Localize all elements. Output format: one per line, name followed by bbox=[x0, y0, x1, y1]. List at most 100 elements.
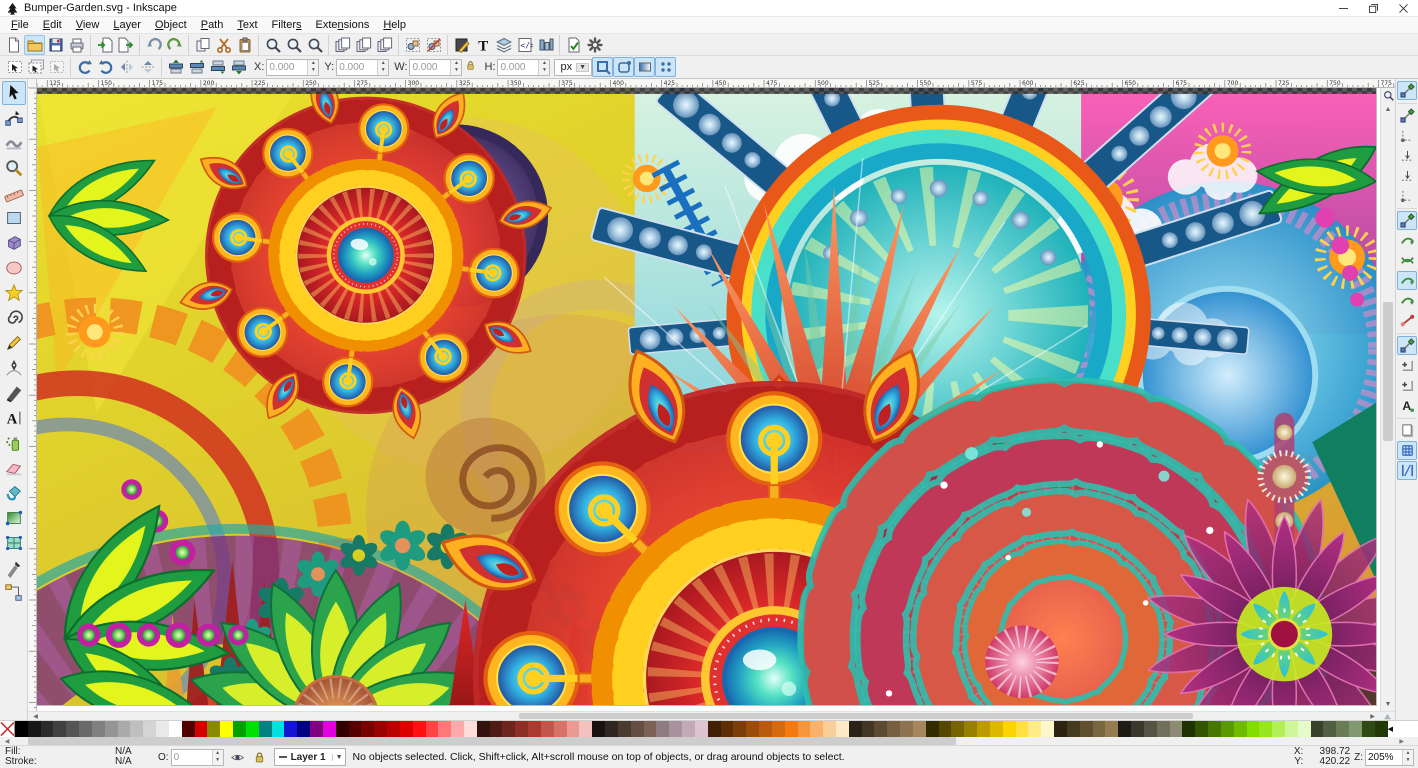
palette-swatch[interactable] bbox=[156, 721, 169, 737]
flip-vertical-button[interactable] bbox=[137, 57, 158, 77]
scale-stroke-width-toggle[interactable] bbox=[592, 57, 613, 77]
sticky-zoom-button[interactable] bbox=[1381, 88, 1395, 102]
rotate-cw-button[interactable] bbox=[95, 57, 116, 77]
palette-swatch[interactable] bbox=[1182, 721, 1195, 737]
tool-ellipse[interactable] bbox=[2, 256, 26, 280]
scale-rect-corners-toggle[interactable] bbox=[613, 57, 634, 77]
color-managed-view-button[interactable] bbox=[1380, 712, 1395, 720]
palette-swatch[interactable] bbox=[1195, 721, 1208, 737]
palette-swatch[interactable] bbox=[849, 721, 862, 737]
y-input[interactable] bbox=[337, 60, 377, 75]
palette-swatch[interactable] bbox=[823, 721, 836, 737]
tool-bezier-pen[interactable] bbox=[2, 356, 26, 380]
snap-bbox-edges-button[interactable] bbox=[1397, 126, 1417, 145]
scroll-up-button[interactable]: ▲ bbox=[1381, 102, 1395, 116]
palette-swatch[interactable] bbox=[28, 721, 41, 737]
palette-swatch[interactable] bbox=[733, 721, 746, 737]
menu-edit[interactable]: Edit bbox=[36, 18, 69, 32]
horizontal-scrollbar[interactable]: ◀ ▶ bbox=[28, 711, 1395, 720]
palette-swatch[interactable] bbox=[1003, 721, 1016, 737]
palette-swatch[interactable] bbox=[887, 721, 900, 737]
menu-layer[interactable]: Layer bbox=[106, 18, 148, 32]
snap-text-baseline-button[interactable] bbox=[1397, 396, 1417, 415]
tool-star[interactable] bbox=[2, 281, 26, 305]
palette-swatch[interactable] bbox=[592, 721, 605, 737]
palette-swatch[interactable] bbox=[1298, 721, 1311, 737]
minimize-button[interactable] bbox=[1328, 0, 1358, 17]
menu-text[interactable]: Text bbox=[230, 18, 264, 32]
tool-paint-bucket[interactable] bbox=[2, 481, 26, 505]
clone-button[interactable] bbox=[353, 35, 374, 55]
palette-swatch[interactable] bbox=[926, 721, 939, 737]
palette-swatch[interactable] bbox=[772, 721, 785, 737]
vertical-scroll-thumb[interactable] bbox=[1383, 302, 1393, 441]
snap-bbox-corners-button[interactable] bbox=[1397, 146, 1417, 165]
menu-filters[interactable]: Filters bbox=[265, 18, 309, 32]
palette-swatch[interactable] bbox=[721, 721, 734, 737]
palette-swatch[interactable] bbox=[387, 721, 400, 737]
palette-swatch[interactable] bbox=[246, 721, 259, 737]
tool-connector[interactable] bbox=[2, 581, 26, 605]
tool-gradient[interactable] bbox=[2, 506, 26, 530]
menu-file[interactable]: File bbox=[4, 18, 36, 32]
snap-bbox-centers-button[interactable] bbox=[1397, 186, 1417, 205]
layers-dialog-button[interactable] bbox=[493, 35, 514, 55]
scroll-left-button[interactable]: ◀ bbox=[28, 712, 43, 720]
palette-swatch[interactable] bbox=[1067, 721, 1080, 737]
snap-smooth-nodes-button[interactable] bbox=[1397, 291, 1417, 310]
menu-extensions[interactable]: Extensions bbox=[309, 18, 377, 32]
horizontal-scroll-thumb[interactable] bbox=[519, 713, 1193, 719]
close-button[interactable] bbox=[1388, 0, 1418, 17]
snap-bbox-edge-midpoints-button[interactable] bbox=[1397, 166, 1417, 185]
palette-swatch[interactable] bbox=[1118, 721, 1131, 737]
palette-swatch[interactable] bbox=[913, 721, 926, 737]
palette-swatch[interactable] bbox=[451, 721, 464, 737]
palette-swatch[interactable] bbox=[810, 721, 823, 737]
palette-swatch[interactable] bbox=[143, 721, 156, 737]
palette-swatch[interactable] bbox=[644, 721, 657, 737]
palette-swatch[interactable] bbox=[426, 721, 439, 737]
scroll-right-button[interactable]: ▶ bbox=[1365, 712, 1380, 720]
menu-path[interactable]: Path bbox=[194, 18, 231, 32]
tool-eraser[interactable] bbox=[2, 456, 26, 480]
w-input[interactable] bbox=[410, 60, 450, 75]
palette-swatch[interactable] bbox=[118, 721, 131, 737]
palette-swatch[interactable] bbox=[323, 721, 336, 737]
export-button[interactable] bbox=[115, 35, 136, 55]
palette-swatch[interactable] bbox=[708, 721, 721, 737]
new-button[interactable] bbox=[3, 35, 24, 55]
vertical-ruler[interactable] bbox=[28, 88, 37, 711]
palette-swatch[interactable] bbox=[567, 721, 580, 737]
palette-swatch[interactable] bbox=[515, 721, 528, 737]
palette-swatch[interactable] bbox=[361, 721, 374, 737]
palette-swatch[interactable] bbox=[1208, 721, 1221, 737]
palette-swatch[interactable] bbox=[900, 721, 913, 737]
flip-horizontal-button[interactable] bbox=[116, 57, 137, 77]
align-distribute-button[interactable] bbox=[535, 35, 556, 55]
deselect-button[interactable] bbox=[46, 57, 67, 77]
scroll-down-button[interactable]: ▼ bbox=[1381, 697, 1395, 711]
palette-swatch[interactable] bbox=[92, 721, 105, 737]
palette-swatch[interactable] bbox=[528, 721, 541, 737]
transform-patterns-toggle[interactable] bbox=[655, 57, 676, 77]
palette-swatch[interactable] bbox=[990, 721, 1003, 737]
palette-swatch[interactable] bbox=[951, 721, 964, 737]
palette-swatch[interactable] bbox=[1054, 721, 1067, 737]
palette-scroll-left[interactable]: ◀ bbox=[0, 738, 14, 745]
palette-scroll-right[interactable]: ▶ bbox=[1378, 738, 1418, 745]
tool-node-editor[interactable] bbox=[2, 106, 26, 130]
palette-scrollbar[interactable]: ◀ ▶ bbox=[0, 737, 1418, 745]
lower-button[interactable] bbox=[207, 57, 228, 77]
palette-swatch[interactable] bbox=[874, 721, 887, 737]
palette-swatch[interactable] bbox=[284, 721, 297, 737]
text-dialog-button[interactable] bbox=[472, 35, 493, 55]
menu-view[interactable]: View bbox=[69, 18, 107, 32]
palette-swatch[interactable] bbox=[541, 721, 554, 737]
restore-button[interactable] bbox=[1358, 0, 1388, 17]
palette-swatch[interactable] bbox=[1221, 721, 1234, 737]
palette-swatch[interactable] bbox=[1234, 721, 1247, 737]
palette-swatch[interactable] bbox=[1041, 721, 1054, 737]
layer-lock-toggle[interactable] bbox=[252, 749, 268, 765]
snap-enabled-button[interactable] bbox=[1397, 81, 1417, 100]
group-button[interactable] bbox=[402, 35, 423, 55]
